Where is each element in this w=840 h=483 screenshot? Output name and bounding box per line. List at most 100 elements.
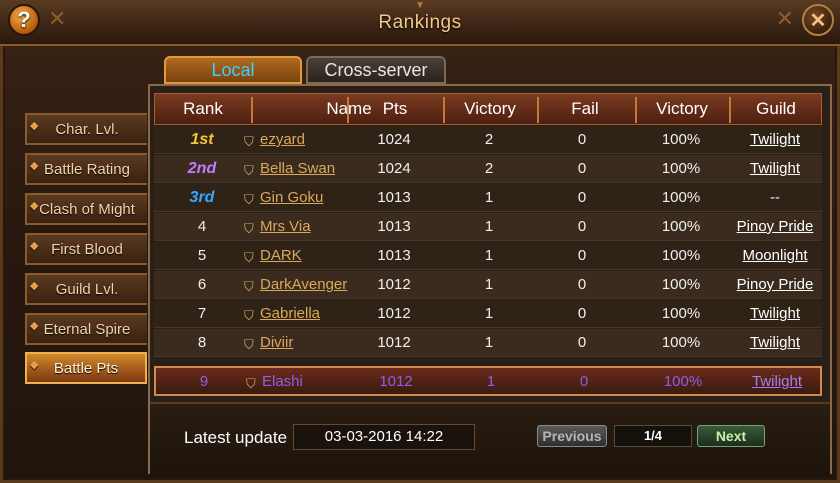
sidebar-item-label: First Blood [51,240,123,258]
sidebar-item-eternal-spire[interactable]: ◆ Eternal Spire [25,313,147,345]
guild-link[interactable]: Twilight [750,334,800,351]
guild-link[interactable]: Pinoy Pride [737,218,814,235]
pts-cell: 1012 [379,373,413,390]
window-title: Rankings [378,12,462,33]
header-rank: Rank [183,99,223,118]
guild-link[interactable]: Twilight [750,131,800,148]
player-name-link[interactable]: Gin Goku [260,189,323,206]
ornament-icon: ◆ [30,280,39,292]
header-divider [347,97,349,123]
ornament-icon: ◆ [30,240,39,252]
header-victory: Victory [464,99,516,118]
pts-cell: 1012 [377,305,411,322]
table-row[interactable]: 5 ⛉ DARK 1013 1 0 100% Moonlight [154,242,822,270]
crest-ornament-icon: ▼ [415,0,425,11]
player-name: Elashi [262,373,303,390]
ornament-icon: ◆ [30,160,39,172]
player-name-link[interactable]: Mrs Via [260,218,311,235]
fail-cell: 0 [577,189,587,206]
guild-shield-icon: ⛉ [244,192,254,207]
victory-rate-cell: 100% [661,218,701,235]
victory-rate-cell: 100% [661,160,701,177]
sidebar-item-guild-lvl[interactable]: ◆ Guild Lvl. [25,273,147,305]
victory-cell: 1 [484,305,494,322]
guild-shield-icon: ⛉ [244,134,254,149]
guild-link[interactable]: Moonlight [742,247,807,264]
victory-cell: 1 [484,247,494,264]
guild-cell: Twilight [728,155,822,183]
fail-cell: 0 [577,131,587,148]
pts-cell: 1012 [377,334,411,351]
table-row[interactable]: 4 ⛉ Mrs Via 1013 1 0 100% Pinoy Pride [154,213,822,241]
table-row[interactable]: 8 ⛉ Diviir 1012 1 0 100% Twilight [154,329,822,357]
previous-button[interactable]: Previous [537,425,607,447]
sidebar-item-label: Clash of Might [39,200,135,218]
player-name-link[interactable]: DarkAvenger [260,276,347,293]
pts-cell: 1013 [377,218,411,235]
table-row[interactable]: 2nd ⛉ Bella Swan 1024 2 0 100% Twilight [154,155,822,183]
guild-shield-icon: ⛉ [244,279,254,294]
guild-shield-icon: ⛉ [244,250,254,265]
victory-cell: 1 [484,334,494,351]
guild-link[interactable]: Twilight [750,305,800,322]
header-victory-rate: Victory [656,99,708,118]
table-row[interactable]: 1st ⛉ ezyard 1024 2 0 100% Twilight [154,126,822,154]
player-name-link[interactable]: Gabriella [260,305,320,322]
ornament-icon: ◆ [30,120,39,132]
help-icon[interactable]: ? [8,4,40,36]
guild-link[interactable]: Twilight [752,373,802,390]
sidebar-item-label: Eternal Spire [43,320,131,338]
guild-shield-icon: ⛉ [244,163,254,178]
guild-cell: Pinoy Pride [728,271,822,299]
sidebar-item-char-lvl[interactable]: ◆ Char. Lvl. [25,113,147,145]
crossed-swords-icon: ✕ [48,6,67,31]
tab-cross-server[interactable]: Cross-server [306,56,446,84]
rankings-table: Rank Name Pts Victory Fail Victory Guild… [154,93,822,398]
victory-rate-cell: 100% [661,305,701,322]
table-row[interactable]: 7 ⛉ Gabriella 1012 1 0 100% Twilight [154,300,822,328]
victory-rate-cell: 100% [661,131,701,148]
sidebar-item-battle-rating[interactable]: ◆ Battle Rating [25,153,147,185]
sidebar-item-first-blood[interactable]: ◆ First Blood [25,233,147,265]
table-row[interactable]: 6 ⛉ DarkAvenger 1012 1 0 100% Pinoy Pride [154,271,822,299]
guild-cell: Pinoy Pride [728,213,822,241]
guild-shield-icon: ⛉ [244,221,254,236]
guild-link[interactable]: Pinoy Pride [737,276,814,293]
guild-cell: Twilight [728,300,822,328]
ornament-icon: ◆ [30,200,39,212]
guild-shield-icon: ⛉ [246,376,256,391]
close-icon[interactable]: ✕ [802,4,834,36]
player-name-link[interactable]: DARK [260,247,302,264]
victory-rate-cell: 100% [661,276,701,293]
ornament-icon: ◆ [30,320,39,332]
guild-shield-icon: ⛉ [244,337,254,352]
crossed-swords-icon: ✕ [775,6,794,31]
sidebar-item-clash-of-might[interactable]: ◆ Clash of Might [25,193,147,225]
fail-cell: 0 [579,373,589,390]
sidebar-item-label: Battle Rating [44,160,130,178]
pts-cell: 1024 [377,160,411,177]
pts-cell: 1013 [377,247,411,264]
sidebar-item-label: Guild Lvl. [55,280,119,298]
table-row[interactable]: 3rd ⛉ Gin Goku 1013 1 0 100% -- [154,184,822,212]
player-name-link[interactable]: ezyard [260,131,305,148]
page-indicator: 1/4 [614,425,692,447]
fail-cell: 0 [577,276,587,293]
sidebar-item-battle-pts[interactable]: ◆ Battle Pts [25,352,147,384]
victory-rate-cell: 100% [661,334,701,351]
guild-cell: Moonlight [728,242,822,270]
ornament-icon: ◆ [30,359,39,371]
header-guild: Guild [756,99,796,118]
latest-update-value: 03-03-2016 14:22 [293,424,475,450]
sidebar-item-label: Battle Pts [53,359,119,377]
victory-rate-cell: 100% [661,247,701,264]
tab-local[interactable]: Local [164,56,302,84]
guild-link[interactable]: Twilight [750,160,800,177]
victory-cell: 1 [484,276,494,293]
player-name-link[interactable]: Bella Swan [260,160,335,177]
own-rank-row[interactable]: 9 ⛉ Elashi 1012 1 0 100% Twilight [154,366,822,396]
player-name-link[interactable]: Diviir [260,334,293,351]
header-pts: Pts [382,99,408,118]
next-button[interactable]: Next [697,425,765,447]
victory-rate-cell: 100% [661,189,701,206]
